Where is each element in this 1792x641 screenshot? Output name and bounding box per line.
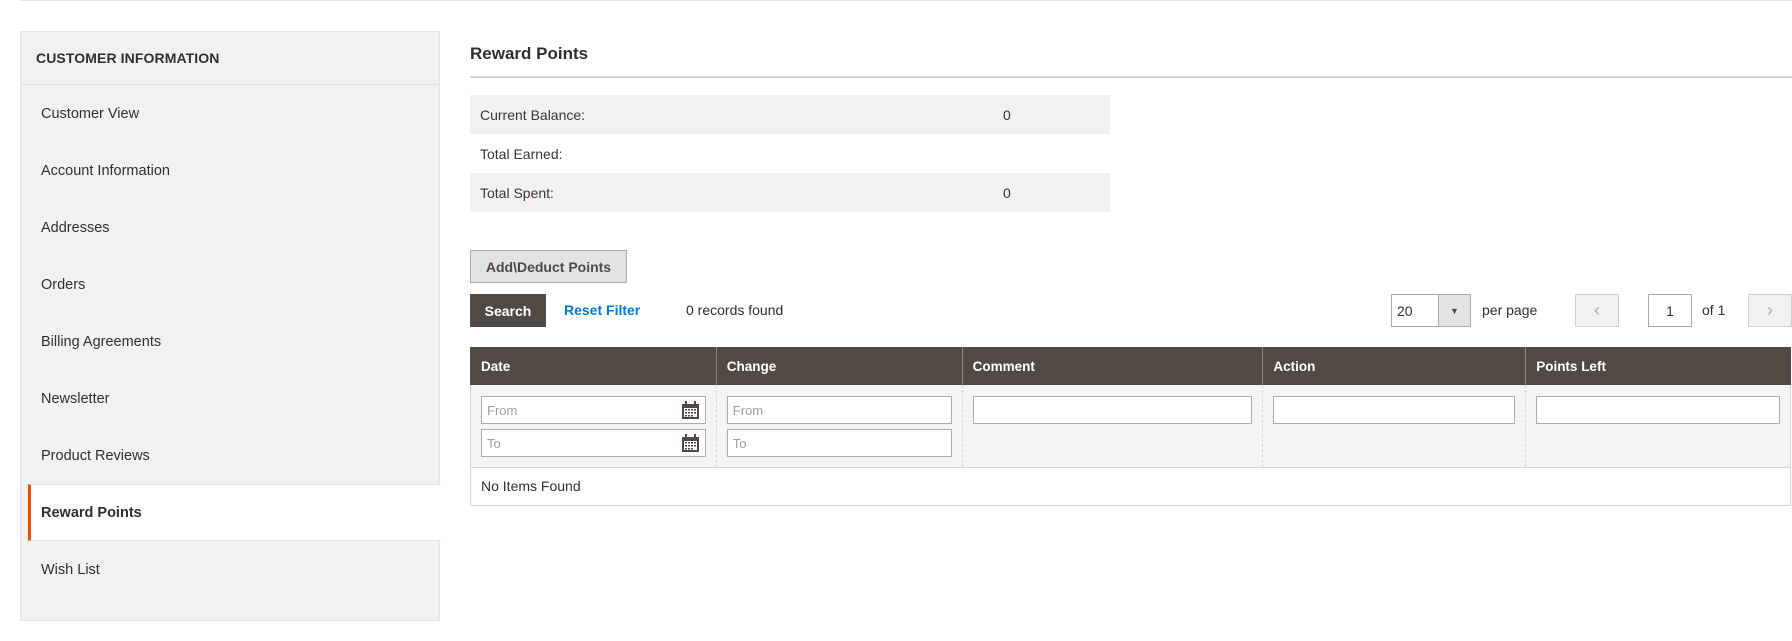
date-from-input[interactable] — [481, 396, 706, 424]
summary-row-total-spent: Total Spent: 0 — [470, 173, 1110, 212]
empty-message: No Items Found — [470, 467, 1791, 506]
change-to-input[interactable] — [726, 429, 952, 457]
summary-row-current-balance: Current Balance: 0 — [470, 95, 1110, 134]
add-deduct-points-button[interactable]: Add\Deduct Points — [470, 250, 627, 283]
sidebar-item-account-information[interactable]: Account Information — [21, 142, 439, 199]
sidebar-item-customer-view[interactable]: Customer View — [21, 85, 439, 142]
summary-label: Current Balance: — [480, 106, 586, 123]
summary-value: 0 — [1003, 106, 1011, 123]
points-left-filter-cell — [1525, 385, 1791, 468]
date-to-wrapper — [481, 429, 706, 457]
sidebar-item-addresses[interactable]: Addresses — [21, 199, 439, 256]
page-title: Reward Points — [470, 44, 589, 63]
sidebar-item-reward-points[interactable]: Reward Points — [28, 484, 441, 541]
per-page-label: per page — [1482, 302, 1538, 318]
summary-row-total-earned: Total Earned: — [470, 134, 1110, 173]
grid-header-row: Date Change Comment Action Points Left — [470, 347, 1791, 385]
filter-row — [470, 385, 1791, 468]
comment-filter-input[interactable] — [972, 396, 1253, 424]
sidebar-item-wish-list[interactable]: Wish List — [21, 541, 439, 598]
calendar-icon[interactable] — [681, 433, 700, 453]
per-page-select[interactable]: 20 ▼ — [1391, 294, 1471, 327]
column-header-date[interactable]: Date — [470, 347, 717, 385]
chevron-down-icon[interactable]: ▼ — [1438, 295, 1470, 326]
action-filter-input[interactable] — [1273, 396, 1516, 424]
points-summary: Current Balance: 0 Total Earned: Total S… — [470, 95, 1110, 212]
sidebar-item-product-reviews[interactable]: Product Reviews — [21, 427, 439, 484]
top-divider — [20, 0, 1792, 1]
customer-info-sidebar: CUSTOMER INFORMATION Customer View Accou… — [20, 31, 441, 621]
comment-filter-cell — [961, 385, 1263, 468]
title-divider — [470, 76, 1792, 78]
summary-value: 0 — [1003, 184, 1011, 201]
sidebar-item-orders[interactable]: Orders — [21, 256, 439, 313]
column-header-action[interactable]: Action — [1262, 347, 1527, 385]
next-page-button[interactable]: › — [1748, 294, 1792, 327]
page-count-label: of 1 — [1702, 302, 1726, 318]
change-from-input[interactable] — [726, 396, 952, 424]
previous-page-button[interactable]: ‹ — [1575, 294, 1619, 327]
reward-history-grid: Date Change Comment Action Points Left F… — [470, 347, 1791, 506]
date-filter-cell — [470, 385, 717, 468]
date-from-wrapper — [481, 396, 706, 424]
action-filter-cell — [1262, 385, 1526, 468]
calendar-icon[interactable] — [681, 400, 700, 420]
column-header-change[interactable]: Change — [715, 347, 963, 385]
column-header-comment[interactable]: Comment — [961, 347, 1264, 385]
chevron-left-icon: ‹ — [1594, 300, 1600, 320]
current-page-input[interactable] — [1648, 294, 1692, 327]
per-page-value: 20 — [1397, 302, 1413, 319]
chevron-right-icon: › — [1767, 300, 1773, 320]
reset-filter-link[interactable]: Reset Filter — [564, 302, 640, 318]
summary-label: Total Spent: — [480, 184, 554, 201]
search-button[interactable]: Search — [470, 294, 546, 327]
column-header-points-left[interactable]: Points Left — [1525, 347, 1791, 385]
empty-row: No Items Found — [470, 467, 1791, 506]
points-left-filter-input[interactable] — [1536, 396, 1780, 424]
records-found-count: 0 records found — [686, 302, 784, 318]
sidebar-item-newsletter[interactable]: Newsletter — [21, 370, 439, 427]
sidebar-item-billing-agreements[interactable]: Billing Agreements — [21, 313, 439, 370]
change-filter-cell — [715, 385, 963, 468]
date-to-input[interactable] — [481, 429, 706, 457]
sidebar-title: CUSTOMER INFORMATION — [21, 32, 439, 85]
summary-label: Total Earned: — [480, 145, 563, 162]
